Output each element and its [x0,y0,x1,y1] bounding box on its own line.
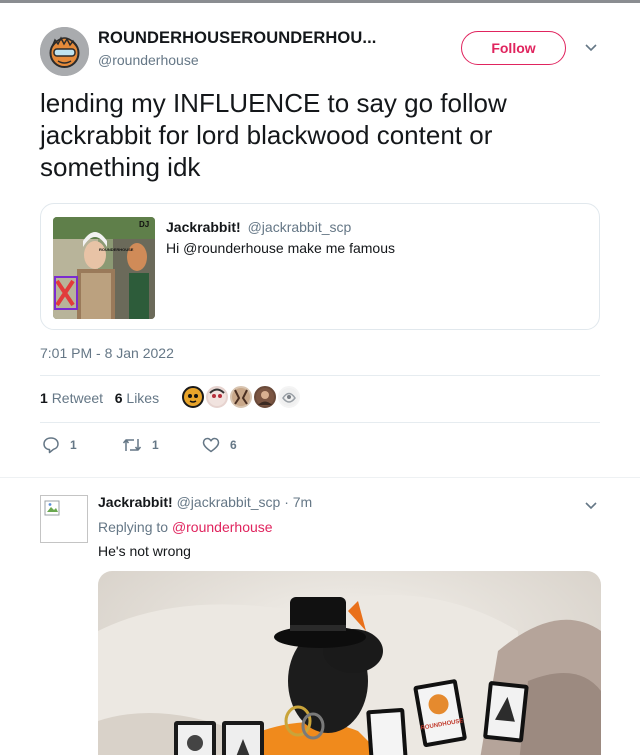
liker-avatar[interactable] [180,384,206,410]
retweet-label[interactable]: Retweet [52,390,103,406]
reply-media-image[interactable]: ROUNDHOUSE [98,571,601,755]
liker-avatar[interactable] [252,384,278,410]
tweet-timestamp[interactable]: 7:01 PM - 8 Jan 2022 [40,345,174,361]
retweet-count[interactable]: 1 [40,390,48,406]
reply-action[interactable]: 1 [42,436,77,454]
heart-icon [202,437,220,453]
like-count[interactable]: 6 [115,390,123,406]
divider [40,375,600,376]
author-avatar[interactable] [40,27,89,76]
svg-text:DJ: DJ [139,220,149,229]
like-action-count: 6 [230,438,237,452]
reply-author-avatar[interactable] [40,495,88,543]
tweet-stats: 1 Retweet 6 Likes [40,390,159,406]
divider [40,422,600,423]
quoted-tweet-handle: @jackrabbit_scp [247,219,352,235]
quoted-tweet-author[interactable]: Jackrabbit! @jackrabbit_scp [166,219,351,235]
reply-text: He's not wrong [98,543,191,559]
svg-text:ROUNDERHOUSE: ROUNDERHOUSE [99,247,134,252]
reply-icon [43,437,59,454]
reply-author-handle: @jackrabbit_scp [176,494,281,510]
chevron-down-icon[interactable] [584,500,598,510]
reply-time: · 7m [284,494,313,510]
tweet-text: lending my INFLUENCE to say go follow ja… [40,88,507,182]
divider [0,477,640,478]
quoted-tweet-text: Hi @rounderhouse make me famous [166,240,395,256]
author-handle[interactable]: @rounderhouse [98,52,199,68]
chevron-down-icon[interactable] [584,42,598,52]
reply-count: 1 [70,438,77,452]
liker-avatar[interactable] [228,384,254,410]
follow-button[interactable]: Follow [461,31,566,65]
like-action[interactable]: 6 [202,436,237,454]
replying-to-prefix: Replying to [98,519,169,535]
reply-author-name: Jackrabbit! [98,494,173,510]
reply-author[interactable]: Jackrabbit! @jackrabbit_scp · 7m [98,494,312,510]
retweet-icon [122,439,142,451]
quoted-tweet-name: Jackrabbit! [166,219,241,235]
window-top-border [0,0,640,3]
quoted-tweet-card[interactable]: DJ ROUNDERHOUSE Jackrabbit! @jackrabbit_… [40,203,600,330]
replying-to-link[interactable]: @rounderhouse [172,519,273,535]
quoted-tweet-image: DJ ROUNDERHOUSE [53,217,155,319]
retweet-action-count: 1 [152,438,159,452]
liker-avatar[interactable] [276,384,302,410]
like-label[interactable]: Likes [126,390,159,406]
retweet-action[interactable]: 1 [122,436,159,454]
broken-image-icon [44,500,60,516]
author-display-name[interactable]: ROUNDERHOUSEROUNDERHOU... [98,29,376,48]
liker-avatar[interactable] [204,384,230,410]
replying-to: Replying to @rounderhouse [98,519,273,535]
